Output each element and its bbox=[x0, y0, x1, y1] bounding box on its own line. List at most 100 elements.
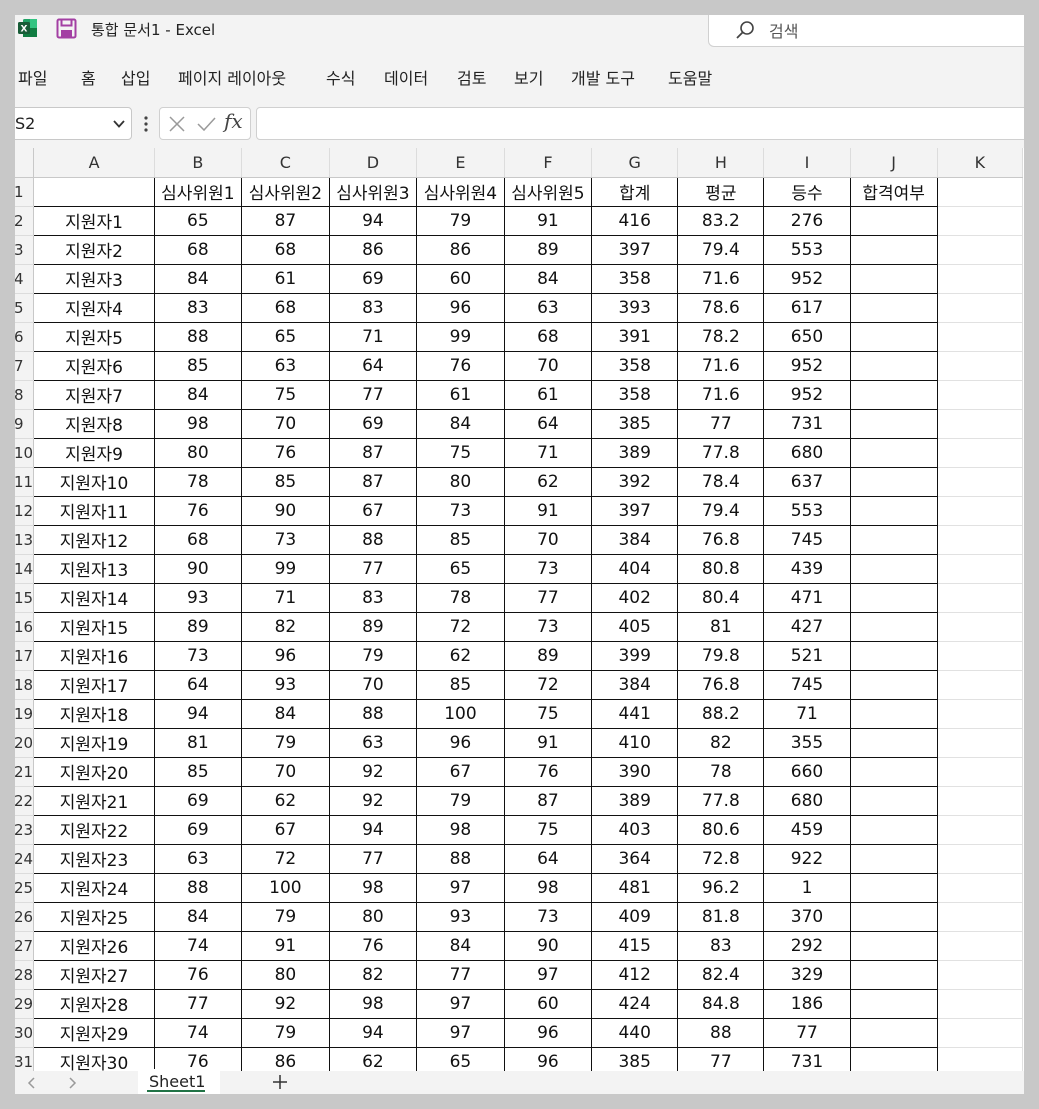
cell[interactable]: 지원자25 bbox=[33, 901, 155, 932]
cell[interactable] bbox=[849, 582, 938, 613]
cell[interactable]: 69 bbox=[328, 408, 418, 439]
row-header[interactable]: 18 bbox=[15, 670, 35, 700]
cell[interactable]: 98 bbox=[503, 872, 593, 903]
menu-item-6[interactable]: 검토 bbox=[457, 65, 486, 89]
cell[interactable]: 76 bbox=[153, 495, 243, 526]
row-header[interactable]: 27 bbox=[15, 931, 35, 961]
cell[interactable]: 922 bbox=[763, 843, 851, 874]
cell[interactable]: 86 bbox=[241, 1046, 330, 1071]
menu-item-2[interactable]: 삽입 bbox=[121, 65, 150, 89]
cell[interactable]: 77 bbox=[328, 379, 418, 410]
cell[interactable]: 73 bbox=[153, 640, 243, 671]
cell[interactable]: 96 bbox=[503, 1017, 593, 1048]
row-header[interactable]: 9 bbox=[15, 409, 35, 439]
cell[interactable]: 76.8 bbox=[677, 524, 765, 555]
row-header[interactable]: 4 bbox=[15, 264, 35, 294]
chevron-right-icon[interactable] bbox=[67, 1077, 77, 1089]
cell[interactable]: 952 bbox=[763, 379, 851, 410]
cell[interactable]: 70 bbox=[241, 756, 330, 787]
cell[interactable]: 68 bbox=[241, 234, 330, 265]
row-header[interactable]: 31 bbox=[15, 1047, 35, 1071]
cell[interactable]: 397 bbox=[591, 495, 679, 526]
cell[interactable]: 88 bbox=[677, 1017, 765, 1048]
cell[interactable]: 89 bbox=[503, 234, 593, 265]
cell[interactable]: 63 bbox=[328, 727, 418, 758]
cell[interactable]: 69 bbox=[153, 785, 243, 816]
cell[interactable] bbox=[849, 292, 938, 323]
row-header[interactable]: 14 bbox=[15, 554, 35, 584]
cell[interactable]: 63 bbox=[153, 843, 243, 874]
cell[interactable]: 63 bbox=[503, 292, 593, 323]
cell[interactable]: 76 bbox=[241, 437, 330, 468]
cell[interactable]: 71.6 bbox=[677, 379, 765, 410]
cell[interactable] bbox=[936, 582, 1024, 613]
cell[interactable]: 68 bbox=[241, 292, 330, 323]
cell[interactable]: 96 bbox=[503, 1046, 593, 1071]
cell[interactable]: 80.6 bbox=[677, 814, 765, 845]
cell[interactable]: 지원자24 bbox=[33, 872, 155, 903]
column-header[interactable]: A bbox=[33, 148, 155, 178]
worksheet-grid[interactable]: ABCDEFGHIJK 1 심사위원1심사위원2심사위원3심사위원4심사위원5합계평… bbox=[15, 148, 1024, 1071]
cell[interactable]: 405 bbox=[591, 611, 679, 642]
cell[interactable]: 64 bbox=[503, 408, 593, 439]
cell[interactable]: 75 bbox=[503, 698, 593, 729]
cell[interactable]: 88 bbox=[328, 698, 418, 729]
cell[interactable]: 660 bbox=[763, 756, 851, 787]
cell[interactable]: 70 bbox=[241, 408, 330, 439]
cell[interactable] bbox=[849, 785, 938, 816]
cell[interactable]: 409 bbox=[591, 901, 679, 932]
cell[interactable]: 80 bbox=[416, 466, 505, 497]
cell[interactable] bbox=[849, 495, 938, 526]
cell[interactable]: 553 bbox=[763, 495, 851, 526]
cell[interactable]: 71.6 bbox=[677, 350, 765, 381]
cell[interactable]: 64 bbox=[153, 669, 243, 700]
cell[interactable]: 78.6 bbox=[677, 292, 765, 323]
cell[interactable]: 91 bbox=[503, 495, 593, 526]
cell[interactable]: 62 bbox=[328, 1046, 418, 1071]
cell[interactable] bbox=[936, 466, 1024, 497]
cell[interactable]: 98 bbox=[416, 814, 505, 845]
cell[interactable]: 70 bbox=[503, 524, 593, 555]
cell[interactable] bbox=[33, 176, 155, 207]
cell[interactable]: 370 bbox=[763, 901, 851, 932]
cell[interactable]: 77 bbox=[416, 959, 505, 990]
cell[interactable] bbox=[849, 379, 938, 410]
cell[interactable]: 96 bbox=[416, 727, 505, 758]
cell[interactable]: 399 bbox=[591, 640, 679, 671]
cell[interactable]: 87 bbox=[328, 437, 418, 468]
more-vertical-icon[interactable] bbox=[143, 115, 149, 133]
cell[interactable]: 87 bbox=[241, 205, 330, 236]
cell[interactable]: 745 bbox=[763, 669, 851, 700]
row-header[interactable]: 21 bbox=[15, 757, 35, 787]
cell[interactable]: 650 bbox=[763, 321, 851, 352]
cell[interactable]: 83 bbox=[328, 582, 418, 613]
row-header[interactable]: 3 bbox=[15, 235, 35, 265]
cell[interactable] bbox=[936, 292, 1024, 323]
cell[interactable]: 67 bbox=[328, 495, 418, 526]
cell[interactable] bbox=[936, 640, 1024, 671]
cell[interactable]: 88.2 bbox=[677, 698, 765, 729]
cell[interactable]: 86 bbox=[416, 234, 505, 265]
cell[interactable]: 지원자4 bbox=[33, 292, 155, 323]
cell[interactable]: 62 bbox=[503, 466, 593, 497]
cell[interactable]: 84 bbox=[153, 901, 243, 932]
cell[interactable]: 74 bbox=[153, 1017, 243, 1048]
cell[interactable]: 97 bbox=[416, 988, 505, 1019]
cell[interactable]: 85 bbox=[153, 350, 243, 381]
cell[interactable]: 416 bbox=[591, 205, 679, 236]
cell[interactable]: 65 bbox=[241, 321, 330, 352]
cell[interactable]: 79.8 bbox=[677, 640, 765, 671]
cell[interactable]: 심사위원1 bbox=[153, 176, 243, 207]
cell[interactable]: 지원자17 bbox=[33, 669, 155, 700]
menu-item-8[interactable]: 개발 도구 bbox=[571, 65, 635, 89]
cell[interactable]: 97 bbox=[416, 1017, 505, 1048]
cell[interactable]: 지원자6 bbox=[33, 350, 155, 381]
cell[interactable]: 64 bbox=[503, 843, 593, 874]
cell[interactable]: 88 bbox=[328, 524, 418, 555]
save-icon[interactable] bbox=[56, 18, 77, 39]
cell[interactable] bbox=[936, 814, 1024, 845]
row-header[interactable]: 28 bbox=[15, 960, 35, 990]
row-header[interactable]: 7 bbox=[15, 351, 35, 381]
cell[interactable]: 지원자5 bbox=[33, 321, 155, 352]
cell[interactable]: 85 bbox=[241, 466, 330, 497]
